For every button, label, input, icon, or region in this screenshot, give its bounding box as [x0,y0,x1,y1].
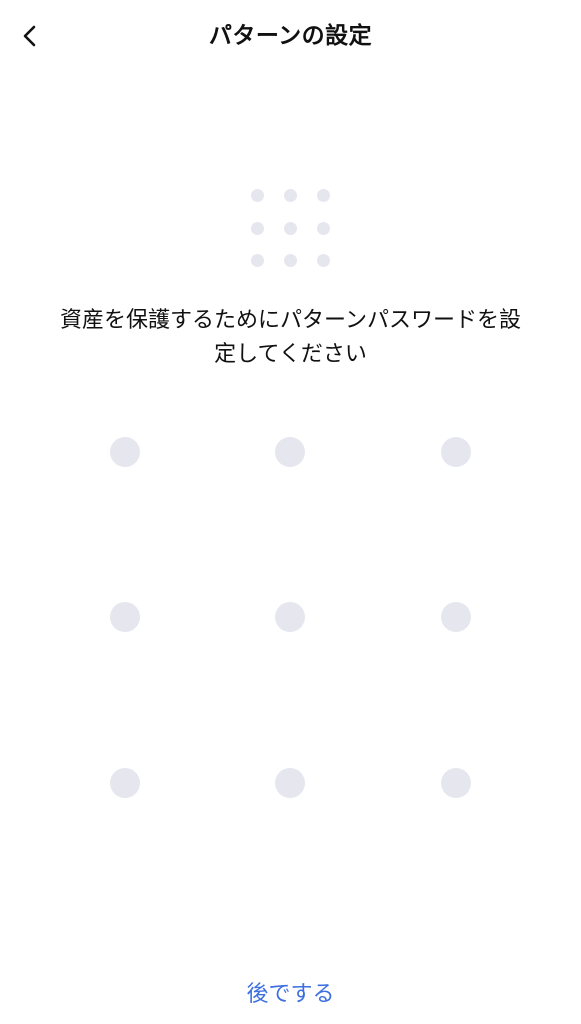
pattern-dot-5[interactable] [275,602,305,632]
pattern-dot-6[interactable] [441,602,471,632]
pattern-pad[interactable] [0,0,581,900]
pattern-dot-3[interactable] [441,437,471,467]
pattern-dot-4[interactable] [110,602,140,632]
pattern-dot-9[interactable] [441,768,471,798]
later-button[interactable]: 後でする [0,978,581,1012]
pattern-dot-1[interactable] [110,437,140,467]
pattern-dot-8[interactable] [275,768,305,798]
pattern-dot-7[interactable] [110,768,140,798]
pattern-dot-2[interactable] [275,437,305,467]
